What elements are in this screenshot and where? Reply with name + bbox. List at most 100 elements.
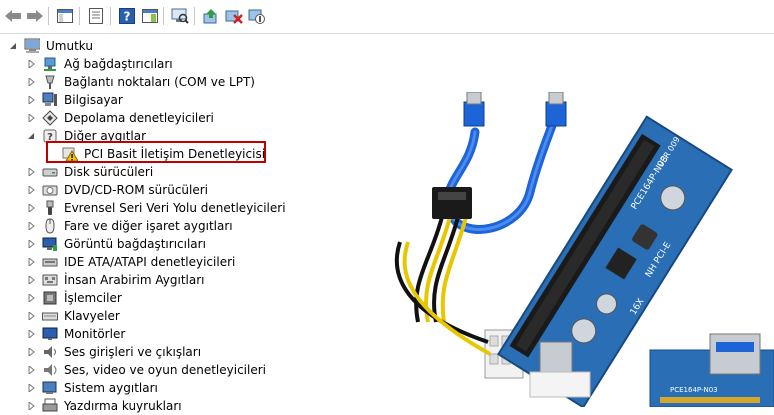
keyboard-icon [42, 308, 58, 324]
console-tree-icon [57, 9, 73, 23]
board-usb-port [539, 341, 573, 373]
tree-root[interactable]: Umutku [8, 37, 93, 55]
processor-icon [42, 290, 58, 306]
category-network-adapters[interactable]: Ağ bağdaştırıcıları [26, 55, 173, 73]
expand-arrow[interactable] [26, 73, 36, 91]
help-icon: ? [119, 8, 135, 24]
toolbar-separator [48, 7, 49, 25]
action-pane-icon [142, 9, 158, 23]
properties-icon [89, 8, 103, 24]
category-ports[interactable]: Bağlantı noktaları (COM ve LPT) [26, 73, 255, 91]
category-audio-io[interactable]: Ses girişleri ve çıkışları [26, 343, 201, 361]
board-silk-label: PCE164P-N03 [670, 386, 718, 394]
category-disk-drives[interactable]: Disk sürücüleri [26, 163, 153, 181]
toolbar-separator [194, 7, 195, 25]
expand-arrow[interactable] [26, 271, 36, 289]
toolbar-separator [110, 7, 111, 25]
action-pane-button[interactable] [140, 7, 160, 25]
category-hid[interactable]: İnsan Arabirim Aygıtları [26, 271, 205, 289]
port-icon [42, 74, 58, 90]
expand-arrow[interactable] [26, 397, 36, 415]
category-storage-controllers[interactable]: Depolama denetleyicileri [26, 109, 214, 127]
collapsed-arrow-icon [28, 348, 35, 356]
category-print-queues[interactable]: Yazdırma kuyrukları [26, 397, 182, 415]
console-tree-button[interactable] [55, 7, 75, 25]
collapsed-arrow-icon [28, 312, 35, 320]
collapsed-arrow-icon [28, 294, 35, 302]
toolbar-separator [79, 7, 80, 25]
category-ide-controllers[interactable]: IDE ATA/ATAPI denetleyicileri [26, 253, 235, 271]
back-button[interactable] [3, 7, 23, 25]
collapsed-arrow-icon [28, 186, 35, 194]
category-keyboards[interactable]: Klavyeler [26, 307, 120, 325]
mouse-icon [42, 218, 58, 234]
collapse-arrow[interactable] [8, 37, 18, 55]
expand-arrow[interactable] [26, 235, 36, 253]
disable-device-icon [248, 9, 265, 24]
update-driver-button[interactable] [201, 7, 221, 25]
update-driver-icon [203, 9, 217, 24]
forward-button[interactable] [25, 7, 45, 25]
category-dvd-drives[interactable]: DVD/CD-ROM sürücüleri [26, 181, 208, 199]
collapsed-arrow-icon [28, 276, 35, 284]
expand-arrow[interactable] [26, 181, 36, 199]
svg-text:?: ? [124, 10, 131, 24]
expand-arrow[interactable] [26, 109, 36, 127]
collapse-arrow[interactable] [26, 127, 36, 145]
expand-arrow[interactable] [26, 361, 36, 379]
category-usb-controllers[interactable]: Evrensel Seri Veri Yolu denetleyicileri [26, 199, 286, 217]
expand-arrow[interactable] [26, 55, 36, 73]
disable-device-button[interactable] [247, 7, 267, 25]
hid-icon [42, 272, 58, 288]
expand-arrow[interactable] [26, 343, 36, 361]
system-device-icon [42, 380, 58, 396]
help-button[interactable]: ? [117, 7, 137, 25]
expanded-arrow-icon [28, 133, 34, 139]
collapsed-arrow-icon [28, 222, 35, 230]
expand-arrow[interactable] [26, 325, 36, 343]
expand-arrow[interactable] [26, 307, 36, 325]
tree-root-label: Umutku [46, 39, 93, 53]
usb-icon [42, 200, 58, 216]
ide-icon [42, 254, 58, 270]
expand-arrow[interactable] [26, 379, 36, 397]
category-sound-controllers[interactable]: Ses, video ve oyun denetleyicileri [26, 361, 266, 379]
expand-arrow[interactable] [26, 91, 36, 109]
dvd-icon [42, 182, 58, 198]
expand-arrow[interactable] [26, 289, 36, 307]
sound-icon [42, 362, 58, 378]
category-system-devices[interactable]: Sistem aygıtları [26, 379, 158, 397]
collapsed-arrow-icon [28, 240, 35, 248]
uninstall-device-icon [225, 10, 243, 24]
print-queue-icon [42, 398, 58, 414]
uninstall-device-button[interactable] [224, 7, 244, 25]
collapsed-arrow-icon [28, 60, 35, 68]
properties-button[interactable] [86, 7, 106, 25]
highlight-box [46, 141, 266, 163]
board-power-connector [529, 371, 591, 398]
category-mice[interactable]: Fare ve diğer işaret aygıtları [26, 217, 233, 235]
expand-arrow[interactable] [26, 199, 36, 217]
computer-icon [42, 92, 58, 108]
expand-arrow[interactable] [26, 253, 36, 271]
collapsed-arrow-icon [28, 78, 35, 86]
usb-plug-left [463, 92, 485, 127]
collapsed-arrow-icon [28, 330, 35, 338]
scan-hardware-icon [171, 8, 189, 24]
category-display-adapters[interactable]: Görüntü bağdaştırıcıları [26, 235, 206, 253]
toolbar: ? [0, 0, 774, 34]
expand-arrow[interactable] [26, 163, 36, 181]
category-processors[interactable]: İşlemciler [26, 289, 122, 307]
scan-hardware-button[interactable] [170, 7, 190, 25]
x1-adapter-board: PCE164P-N03 [649, 333, 774, 407]
display-adapter-icon [42, 236, 58, 252]
collapsed-arrow-icon [28, 168, 35, 176]
expand-arrow[interactable] [26, 217, 36, 235]
collapsed-arrow-icon [28, 204, 35, 212]
riser-kit-photo: NH PCI-E PCE164P-N03 VER 009 16X PCE164P… [394, 92, 774, 407]
category-computer[interactable]: Bilgisayar [26, 91, 123, 109]
category-monitors[interactable]: Monitörler [26, 325, 125, 343]
expanded-arrow-icon [10, 43, 16, 49]
collapsed-arrow-icon [28, 258, 35, 266]
storage-controller-icon [42, 110, 58, 126]
